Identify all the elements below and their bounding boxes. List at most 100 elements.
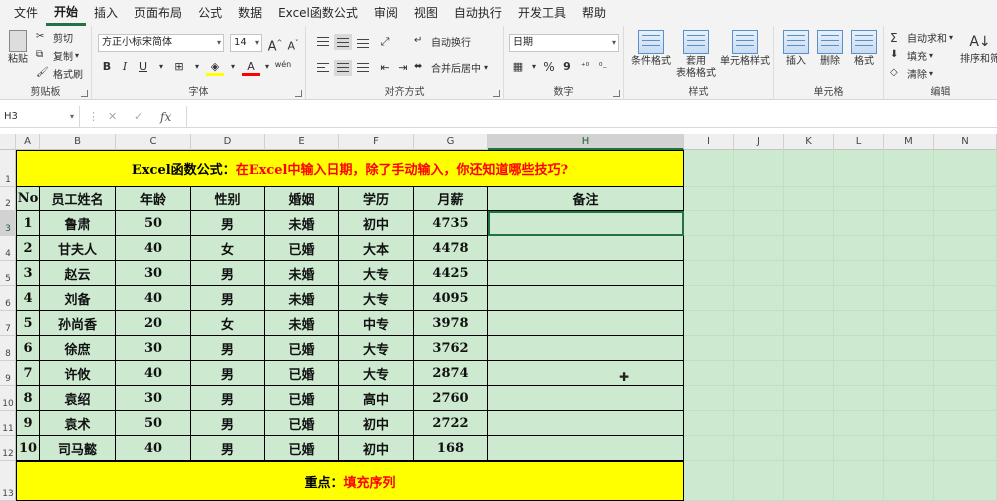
table-cell[interactable]: 已婚 [265,436,339,461]
font-name-select[interactable]: 方正小标宋简体 ▾ [98,34,224,52]
table-cell[interactable]: 40 [116,436,191,461]
table-cell[interactable]: 未婚 [265,261,339,286]
column-header-n[interactable]: N [934,134,997,150]
row-header-6[interactable]: 6 [0,286,16,311]
menu-tab-6[interactable]: Excel函数公式 [270,0,366,26]
column-header-e[interactable]: E [265,134,339,150]
table-cell[interactable]: 男 [191,336,265,361]
merge-center-button[interactable]: ⬌ 合并后居中 ▾ [414,60,488,76]
table-cell[interactable] [488,236,684,261]
insert-cells-button[interactable]: 插入 [780,30,812,68]
row-header-1[interactable]: 1 [0,150,16,187]
table-cell[interactable]: 40 [116,361,191,386]
decrease-indent-icon[interactable]: ⇤ [376,59,394,77]
row-header-5[interactable]: 5 [0,261,16,286]
bold-button[interactable]: B [98,58,116,76]
chevron-down-icon[interactable]: ▾ [188,58,206,76]
number-launcher-icon[interactable] [613,90,620,97]
row-header-12[interactable]: 12 [0,436,16,461]
column-header-l[interactable]: L [834,134,884,150]
table-cell[interactable]: 袁术 [40,411,116,436]
paste-button[interactable]: 粘贴 [4,30,32,66]
row-header-10[interactable]: 10 [0,386,16,411]
table-cell[interactable]: 司马懿 [40,436,116,461]
table-cell[interactable] [488,361,684,386]
table-cell[interactable]: 中专 [339,311,414,336]
column-header-j[interactable]: J [734,134,784,150]
copy-button[interactable]: ⧉ 复制 ▾ [36,48,79,64]
table-cell[interactable]: 袁绍 [40,386,116,411]
table-cell[interactable] [488,311,684,336]
table-cell[interactable] [488,261,684,286]
table-cell[interactable]: 初中 [339,436,414,461]
table-cell[interactable]: 男 [191,286,265,311]
table-cell[interactable]: 30 [116,261,191,286]
row-header-4[interactable]: 4 [0,236,16,261]
table-cell[interactable]: 大专 [339,336,414,361]
wrap-text-button[interactable]: ↵ 自动换行 [414,34,471,50]
font-launcher-icon[interactable] [295,90,302,97]
column-header-h[interactable]: H [488,134,684,150]
sheet-footer[interactable]: 重点： 填充序列 [16,461,684,501]
column-header-i[interactable]: I [684,134,734,150]
table-cell[interactable]: 10 [16,436,40,461]
table-cell[interactable]: 大专 [339,286,414,311]
table-cell[interactable]: 已婚 [265,336,339,361]
alignment-launcher-icon[interactable] [493,90,500,97]
table-cell[interactable]: 7 [16,361,40,386]
formula-input[interactable] [186,106,997,128]
header-cell[interactable]: 年龄 [116,187,191,211]
header-cell[interactable]: 月薪 [414,187,488,211]
table-cell[interactable]: 3978 [414,311,488,336]
row-header-7[interactable]: 7 [0,311,16,336]
comma-button[interactable]: 9 [558,58,576,76]
table-cell[interactable] [488,436,684,461]
menu-tab-2[interactable]: 插入 [86,0,126,26]
row-header-8[interactable]: 8 [0,336,16,361]
format-as-table-button[interactable]: 套用 表格格式 [674,30,718,80]
table-cell[interactable]: 168 [414,436,488,461]
table-cell[interactable]: 4 [16,286,40,311]
worksheet-grid[interactable]: ABCDEFGHIJKLMN 1 2 3 4 5 6 7 8 9 10 11 12 13 Excel函数… [0,134,997,501]
align-bottom-icon[interactable] [354,34,372,50]
header-cell[interactable]: 性别 [191,187,265,211]
table-cell[interactable]: 大专 [339,261,414,286]
table-cell[interactable]: 8 [16,386,40,411]
format-cells-button[interactable]: 格式 [848,30,880,68]
table-cell[interactable]: 2722 [414,411,488,436]
menu-tab-10[interactable]: 开发工具 [510,0,574,26]
table-cell[interactable]: 高中 [339,386,414,411]
column-header-a[interactable]: A [16,134,40,150]
table-cell[interactable]: 未婚 [265,311,339,336]
name-box[interactable]: H3 ▾ [0,106,80,128]
row-header-9[interactable]: 9 [0,361,16,386]
header-cell[interactable]: 员工姓名 [40,187,116,211]
delete-cells-button[interactable]: 删除 [814,30,846,68]
table-cell[interactable]: 3762 [414,336,488,361]
align-center-icon[interactable] [334,60,352,76]
header-cell[interactable]: 学历 [339,187,414,211]
column-header-c[interactable]: C [116,134,191,150]
table-cell[interactable]: 已婚 [265,361,339,386]
insert-function-button[interactable]: fx [160,106,171,128]
conditional-format-button[interactable]: 条件格式 [628,30,674,68]
align-left-icon[interactable] [314,60,332,76]
autosum-button[interactable]: Σ 自动求和 ▾ [890,30,953,46]
underline-button[interactable]: U [134,58,152,76]
table-cell[interactable]: 大本 [339,236,414,261]
column-header-f[interactable]: F [339,134,414,150]
row-header-13[interactable]: 13 [0,461,16,501]
orientation-icon[interactable]: ⤢ [376,33,394,51]
column-header-m[interactable]: M [884,134,934,150]
select-all-corner[interactable] [0,134,16,150]
increase-indent-icon[interactable]: ⇥ [394,59,412,77]
table-cell[interactable]: 40 [116,286,191,311]
table-cell[interactable]: 4478 [414,236,488,261]
menu-tab-0[interactable]: 文件 [6,0,46,26]
menu-tab-9[interactable]: 自动执行 [446,0,510,26]
table-cell[interactable]: 4095 [414,286,488,311]
clear-button[interactable]: ◇ 清除 ▾ [890,66,933,82]
table-cell[interactable]: 男 [191,436,265,461]
sort-filter-button[interactable]: A↓ 排序和筛 [960,30,997,66]
table-cell[interactable]: 未婚 [265,211,339,236]
